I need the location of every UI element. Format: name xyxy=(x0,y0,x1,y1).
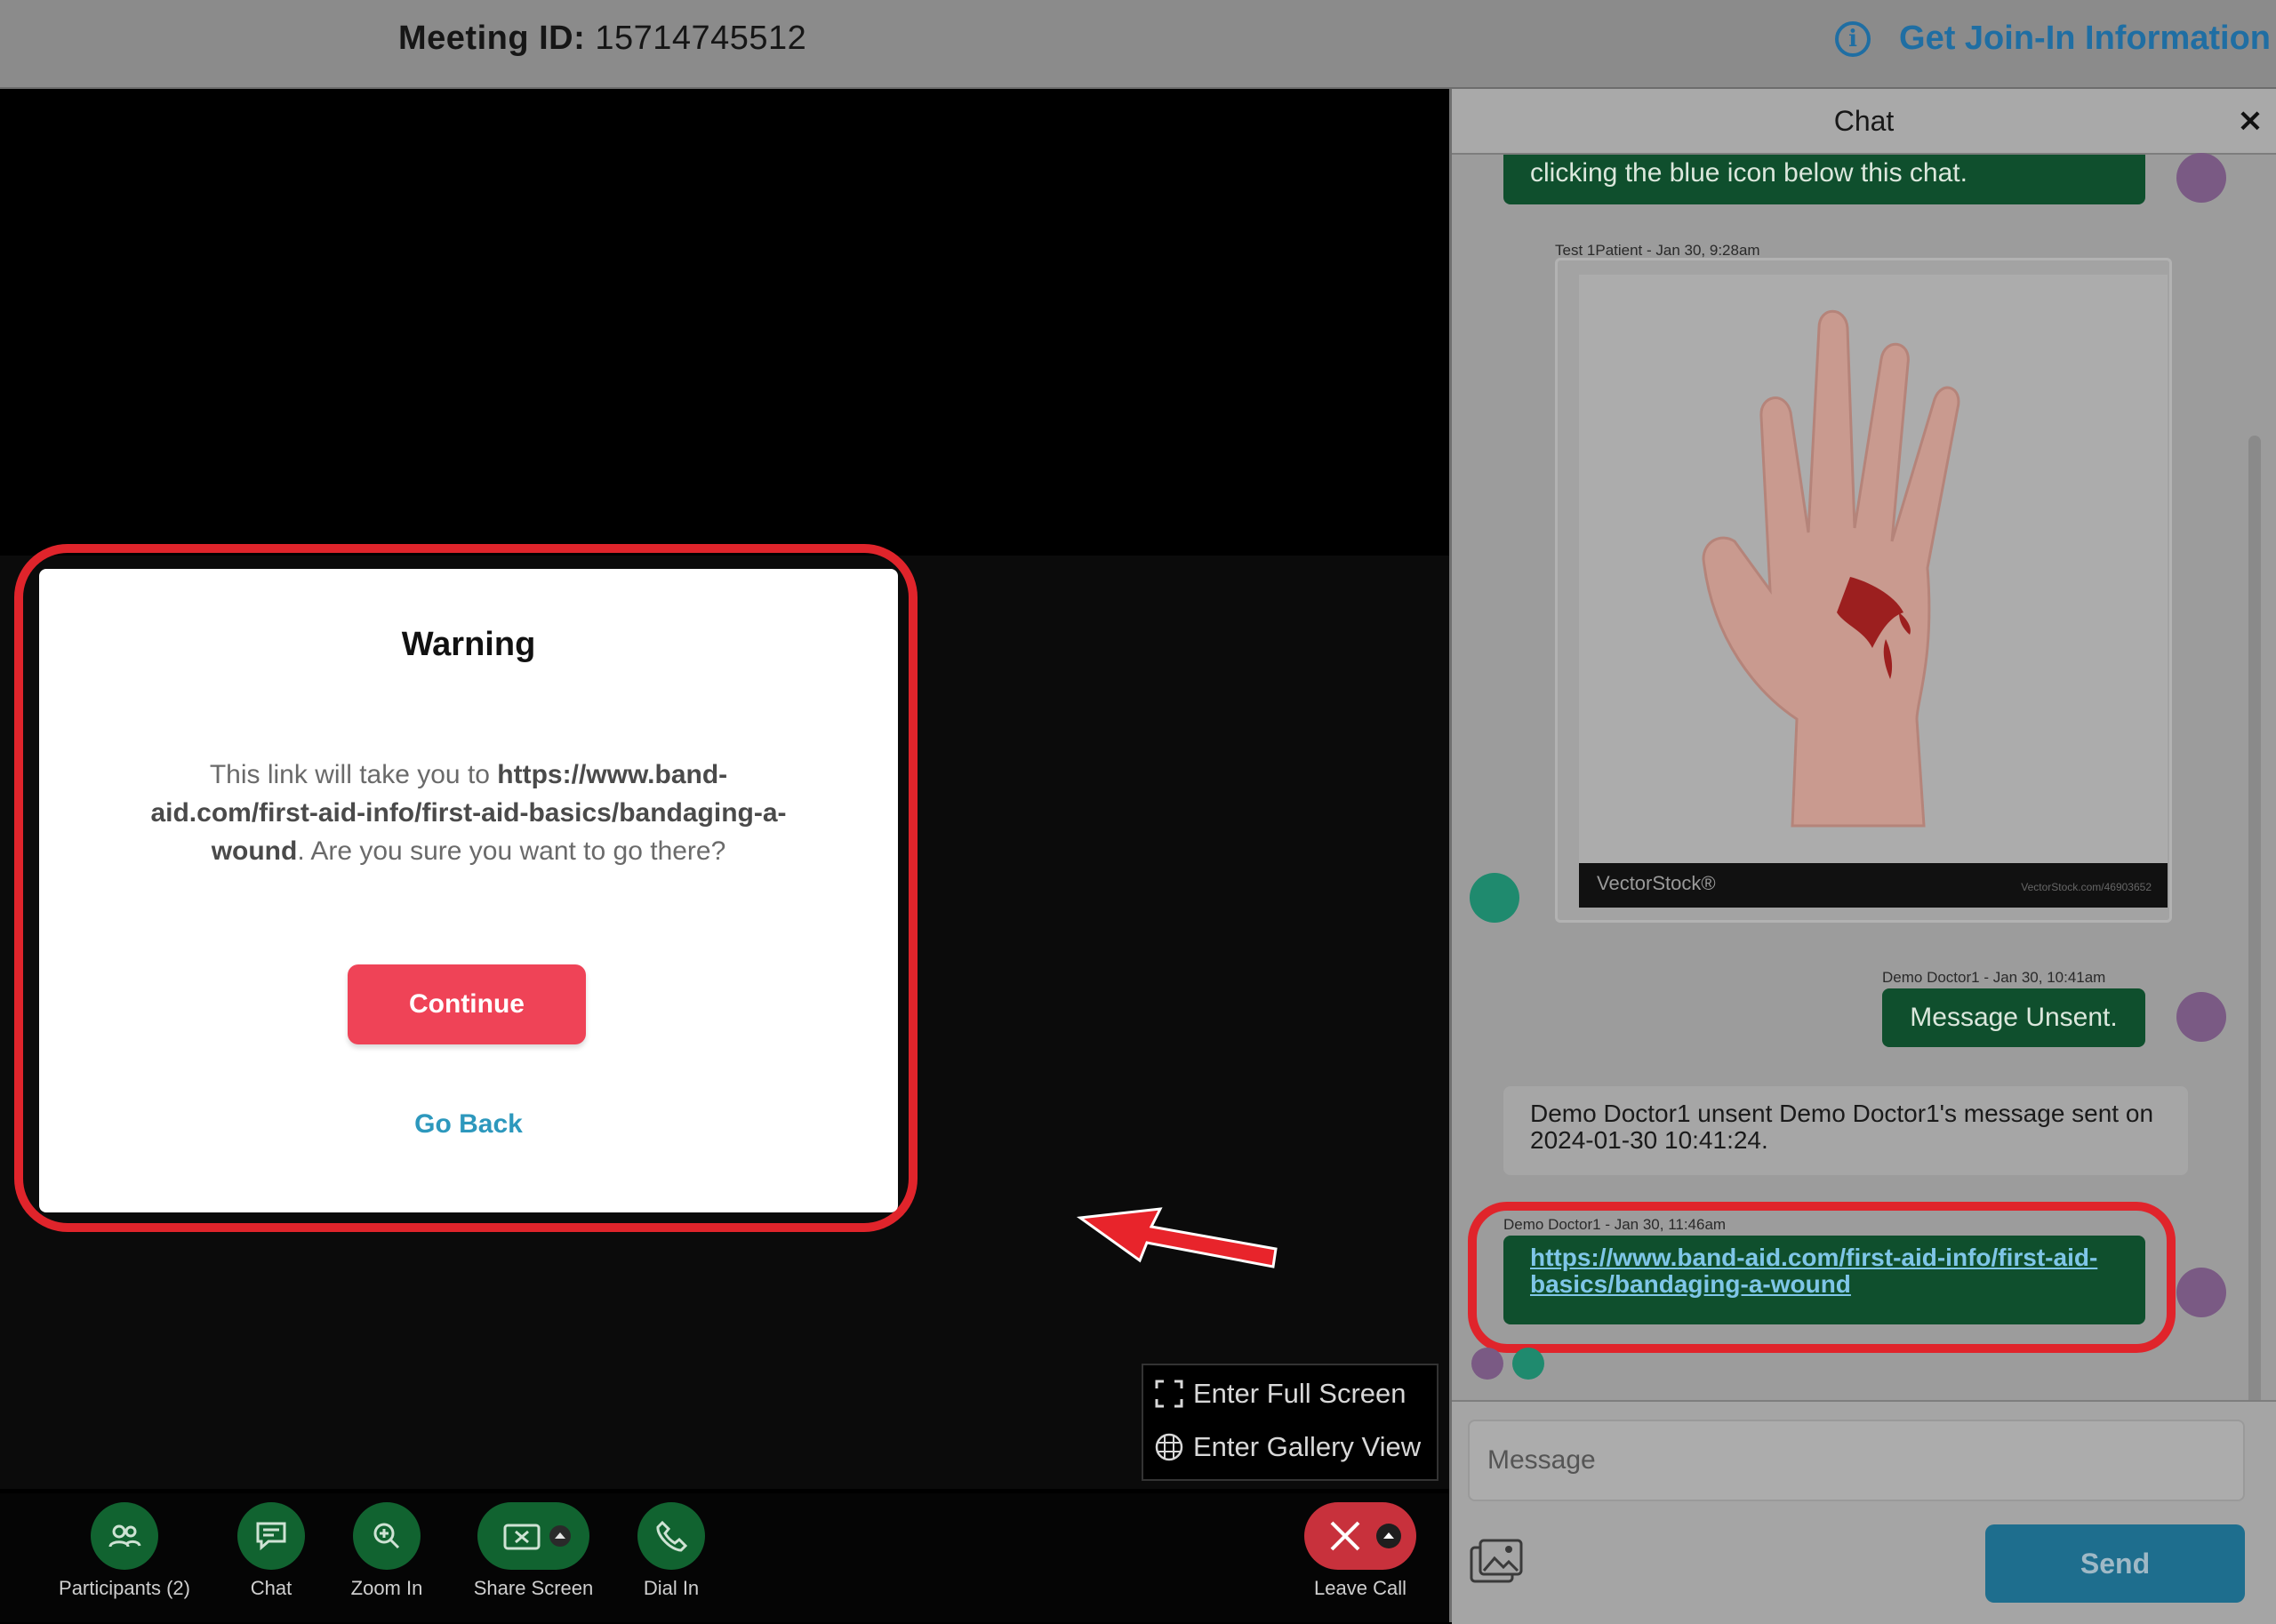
share-screen-icon xyxy=(477,1502,589,1570)
close-icon[interactable]: × xyxy=(2237,89,2264,153)
red-arrow-annotation xyxy=(1076,1207,1278,1268)
message-meta: Demo Doctor1 - Jan 30, 11:46am xyxy=(1503,1216,1727,1233)
call-toolbar: Participants (2) Chat Zoom In Share Scre… xyxy=(0,1493,1449,1622)
chat-header: Chat × xyxy=(1452,89,2276,155)
avatar xyxy=(2176,1268,2226,1317)
enter-full-screen-option[interactable]: Enter Full Screen xyxy=(1154,1378,1406,1410)
grid-icon xyxy=(1155,1433,1183,1461)
chat-message-bubble: https://www.band-aid.com/first-aid-info/… xyxy=(1503,1236,2145,1324)
system-message-text: Demo Doctor1 unsent Demo Doctor1's messa… xyxy=(1530,1100,2154,1154)
join-info-link[interactable]: i Get Join-In Information xyxy=(1835,20,2271,58)
go-back-link[interactable]: Go Back xyxy=(39,1109,898,1140)
enter-gallery-view-label: Enter Gallery View xyxy=(1193,1431,1422,1462)
zoom-in-button[interactable]: Zoom In xyxy=(347,1502,427,1600)
chat-scrollbar[interactable] xyxy=(2248,436,2261,1467)
view-options-menu: Enter Full Screen Enter Gallery View xyxy=(1142,1364,1439,1481)
chat-button[interactable]: Chat xyxy=(231,1502,311,1600)
modal-text-after: . Are you sure you want to go there? xyxy=(297,836,726,866)
chat-title: Chat xyxy=(1833,105,1895,137)
dial-in-label: Dial In xyxy=(643,1577,700,1599)
hand-illustration xyxy=(1702,309,1960,828)
modal-message: This link will take you to https://www.b… xyxy=(137,756,800,870)
vectorstock-logo: VectorStock® xyxy=(1597,872,1716,894)
chat-message-bubble: clicking the blue icon below this chat. xyxy=(1503,155,2145,204)
share-screen-label: Share Screen xyxy=(473,1577,594,1599)
chat-icon xyxy=(237,1502,305,1570)
system-message: Demo Doctor1 unsent Demo Doctor1's messa… xyxy=(1503,1086,2188,1175)
message-meta: Test 1Patient - Jan 30, 9:28am xyxy=(1555,242,1760,259)
meeting-id-value: 15714745512 xyxy=(595,20,807,57)
chat-message-text: Message Unsent. xyxy=(1910,1003,2118,1032)
chat-link[interactable]: https://www.band-aid.com/first-aid-info/… xyxy=(1530,1244,2097,1298)
modal-text-before: This link will take you to xyxy=(209,760,498,789)
avatar xyxy=(2176,153,2226,203)
zoom-in-label: Zoom In xyxy=(350,1577,423,1599)
participants-button[interactable]: Participants (2) xyxy=(44,1502,204,1600)
message-meta: Demo Doctor1 - Jan 30, 10:41am xyxy=(1882,969,2106,986)
send-button[interactable]: Send xyxy=(1985,1524,2245,1603)
enter-gallery-view-option[interactable]: Enter Gallery View xyxy=(1154,1431,1421,1463)
wound-hand-image: VectorStock® VectorStock.com/46903652 xyxy=(1579,275,2168,908)
image-attach-icon[interactable] xyxy=(1468,1535,1527,1588)
meeting-id: Meeting ID: 15714745512 xyxy=(398,20,806,58)
top-bar: Meeting ID: 15714745512 i Get Join-In In… xyxy=(0,0,2276,89)
leave-call-label: Leave Call xyxy=(1314,1577,1406,1599)
leave-call-icon xyxy=(1304,1502,1416,1570)
image-watermark-bar: VectorStock® VectorStock.com/46903652 xyxy=(1579,863,2168,908)
join-info-label: Get Join-In Information xyxy=(1899,20,2271,57)
modal-title: Warning xyxy=(401,626,536,663)
info-icon: i xyxy=(1835,20,1871,57)
chat-message-text: clicking the blue icon below this chat. xyxy=(1530,158,1967,188)
chat-label: Chat xyxy=(250,1577,293,1599)
message-input[interactable] xyxy=(1468,1420,2245,1501)
dial-in-button[interactable]: Dial In xyxy=(631,1502,711,1600)
chat-message-bubble: Message Unsent. xyxy=(1882,988,2145,1047)
avatar xyxy=(2176,992,2226,1042)
continue-button[interactable]: Continue xyxy=(348,964,586,1044)
chat-composer: Send xyxy=(1452,1400,2276,1624)
participants-label: Participants (2) xyxy=(59,1577,190,1599)
typing-avatar xyxy=(1512,1348,1544,1380)
avatar xyxy=(1470,873,1519,923)
phone-icon xyxy=(637,1502,705,1570)
meeting-id-label: Meeting ID: xyxy=(398,20,586,57)
leave-call-button[interactable]: Leave Call xyxy=(1298,1502,1422,1600)
enter-full-screen-label: Enter Full Screen xyxy=(1193,1378,1406,1409)
image-message[interactable]: VectorStock® VectorStock.com/46903652 xyxy=(1555,258,2172,923)
vectorstock-url: VectorStock.com/46903652 xyxy=(2021,881,2152,893)
typing-avatar xyxy=(1471,1348,1503,1380)
chat-panel: Chat × clicking the blue icon below this… xyxy=(1449,89,2276,1624)
fullscreen-icon xyxy=(1155,1380,1183,1408)
share-screen-button[interactable]: Share Screen xyxy=(462,1502,605,1600)
participants-icon xyxy=(91,1502,158,1570)
zoom-in-icon xyxy=(353,1502,421,1570)
warning-modal: Warning This link will take you to https… xyxy=(39,569,898,1212)
